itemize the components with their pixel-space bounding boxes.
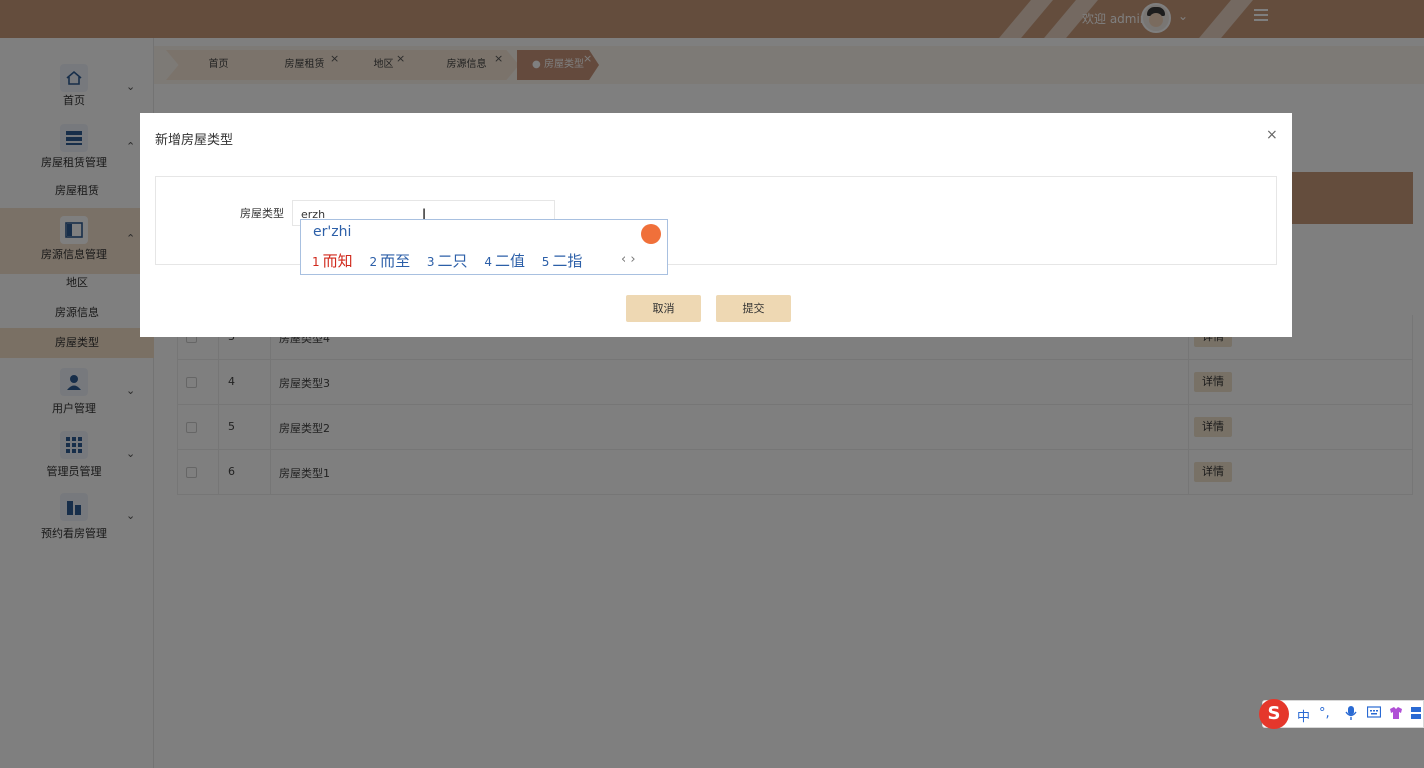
ime-candidate[interactable]: 5 二指 [542,250,583,271]
ime-candidate[interactable]: 2 而至 [369,250,410,271]
dialog-title: 新增房屋类型 [155,133,234,148]
ime-punct-toggle[interactable]: °, [1319,706,1330,721]
ime-page-nav[interactable]: ‹ › [621,252,636,267]
ime-status-bar: S 中 °, [1259,699,1424,729]
ime-pinyin: er'zhi [313,224,352,240]
ime-candidate-window: er'zhi 1 而知 2 而至 3 二只 4 二值 5 二指 ‹ › [300,219,668,275]
ime-mode-toggle[interactable]: 中 [1297,706,1310,725]
ime-candidate-list: 1 而知 2 而至 3 二只 4 二值 5 二指 [312,250,594,271]
toolbox-icon[interactable] [1411,706,1421,724]
house-type-label: 房屋类型 [240,207,284,220]
cancel-button[interactable]: 取消 [626,295,701,322]
sogou-logo-icon[interactable]: S [1259,699,1289,729]
skin-icon[interactable] [1389,706,1403,724]
microphone-icon[interactable] [1345,706,1357,724]
submit-button[interactable]: 提交 [716,295,791,322]
ime-candidate[interactable]: 4 二值 [484,250,525,271]
ime-logo-icon [641,224,661,244]
close-icon[interactable]: × [1266,127,1278,143]
ime-candidate[interactable]: 1 而知 [312,250,353,271]
ime-candidate[interactable]: 3 二只 [427,250,468,271]
keyboard-icon[interactable] [1366,706,1382,722]
